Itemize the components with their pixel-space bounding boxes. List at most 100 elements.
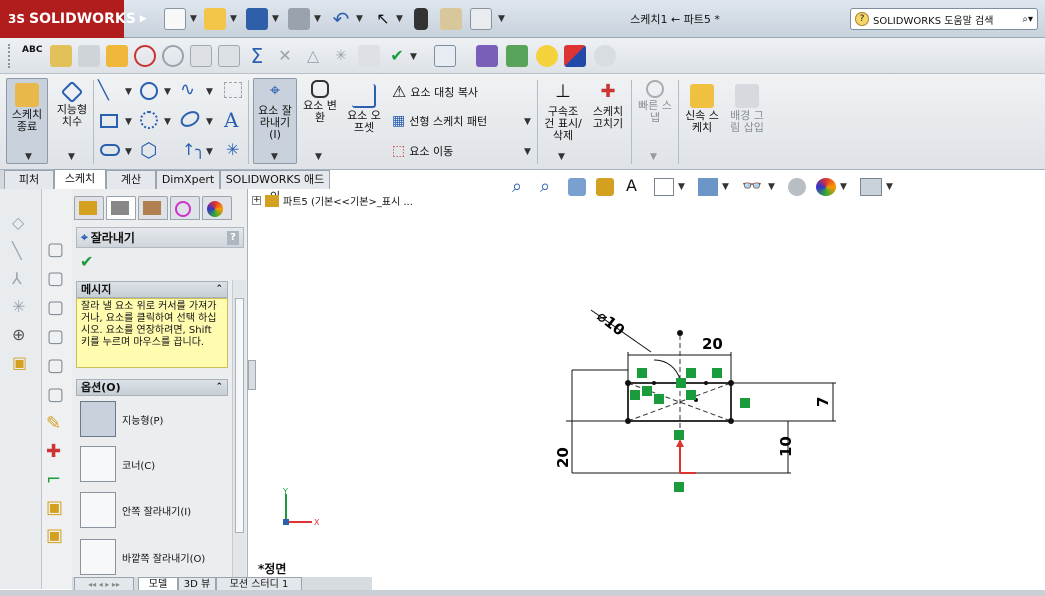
option-smart-trim[interactable]: 지능형(P)	[80, 401, 163, 437]
file-properties-icon[interactable]	[440, 8, 462, 30]
ok-check-icon[interactable]: ✔	[80, 252, 93, 271]
help-search-input[interactable]: SOLIDWORKS 도움말 검색	[873, 12, 993, 27]
sketch-graphics-area[interactable]: ⌀10 20 7 20 10	[256, 200, 1045, 580]
spell-check-icon[interactable]: ABC	[22, 45, 44, 67]
check-sketch-icon[interactable]: ✔	[386, 45, 408, 67]
new-document-icon[interactable]	[164, 8, 186, 30]
configuration-manager-tab[interactable]	[138, 196, 168, 220]
costing-icon[interactable]	[564, 45, 586, 67]
paperclip-icon[interactable]: ▣	[12, 349, 41, 377]
chevron-down-icon[interactable]: ▼	[396, 14, 403, 24]
chevron-down-icon[interactable]: ▼	[768, 182, 775, 192]
cube-view-icon[interactable]: ▢	[47, 322, 72, 351]
axis-icon[interactable]: ⅄	[12, 265, 41, 293]
chevron-down-icon[interactable]: ▼	[272, 14, 279, 24]
view-settings-icon[interactable]	[860, 178, 882, 196]
chevron-down-icon[interactable]: ▼	[206, 147, 213, 157]
height-dimension-left[interactable]: 20	[554, 447, 572, 468]
rapid-sketch-button[interactable]: 신속 스 케치	[682, 84, 722, 134]
tab-dimxpert[interactable]: DimXpert	[156, 170, 220, 189]
print-icon[interactable]	[288, 8, 310, 30]
diameter-dimension[interactable]: ⌀10	[594, 307, 629, 340]
help-icon[interactable]: ?	[227, 230, 239, 245]
diamond-icon[interactable]: ◇	[12, 209, 41, 237]
circle-icon[interactable]	[140, 82, 158, 100]
chevron-down-icon[interactable]: ▼	[271, 152, 278, 162]
dimxpert-manager-tab[interactable]	[170, 196, 200, 220]
chevron-down-icon[interactable]: ▼	[206, 117, 213, 127]
section-properties-icon[interactable]	[106, 45, 128, 67]
options-icon[interactable]	[470, 8, 492, 30]
statistics-icon[interactable]	[134, 45, 156, 67]
block-icon[interactable]: ▣	[46, 522, 63, 550]
arc-icon[interactable]	[140, 111, 158, 129]
chevron-down-icon[interactable]: ▼	[125, 87, 132, 97]
zoom-to-area-icon[interactable]: ⌕	[540, 176, 550, 197]
line-icon[interactable]: ╲	[12, 237, 41, 265]
chevron-down-icon[interactable]: ▼	[230, 14, 237, 24]
fillet-icon[interactable]: ↑╮	[182, 140, 205, 159]
rectangle-icon[interactable]	[100, 114, 118, 128]
cube-view-icon[interactable]: ▢	[47, 380, 72, 409]
cube-view-icon[interactable]: ▢	[47, 264, 72, 293]
display-delete-relations-button[interactable]: ⊥ 구속조 건 표시/ 삭제	[540, 80, 586, 142]
rebuild-traffic-light-icon[interactable]	[414, 8, 428, 30]
chevron-down-icon[interactable]: ▼	[722, 182, 729, 192]
option-trim-away-inside[interactable]: 안쪽 잘라내기(I)	[80, 492, 191, 528]
property-manager-tab[interactable]	[106, 196, 136, 220]
simulation-icon[interactable]	[476, 45, 498, 67]
view-orientation-icon[interactable]	[654, 178, 674, 196]
convert-entities-button[interactable]: 요소 변 환	[300, 80, 340, 124]
undercut-icon[interactable]	[358, 45, 380, 67]
panel-scrollbar[interactable]	[232, 280, 246, 580]
feature-statistics-icon[interactable]: ✕	[274, 45, 296, 67]
smart-dimension-button[interactable]: 지능형 치수	[52, 80, 92, 128]
mirror-entities-button[interactable]: ⚠ 요소 대칭 복사	[392, 82, 478, 101]
hide-show-items-icon[interactable]: 👓	[742, 176, 762, 195]
message-group-header[interactable]: 메시지 ⌃	[76, 281, 228, 298]
undo-icon[interactable]: ↶	[330, 8, 352, 30]
table-icon[interactable]	[434, 45, 456, 67]
geometry-analysis-icon[interactable]	[190, 45, 212, 67]
edit-appearance-icon[interactable]	[788, 178, 806, 196]
chevron-down-icon[interactable]: ▼	[206, 87, 213, 97]
draft-analysis-icon[interactable]	[218, 45, 240, 67]
design-check-icon[interactable]	[536, 45, 558, 67]
tab-sketch[interactable]: 스케치	[54, 169, 106, 189]
save-icon[interactable]	[246, 8, 268, 30]
chevron-down-icon[interactable]: ▼	[840, 182, 847, 192]
check-icon[interactable]	[162, 45, 184, 67]
slot-icon[interactable]	[100, 144, 120, 156]
apply-scene-icon[interactable]	[816, 178, 836, 196]
point-icon[interactable]: ✳	[226, 140, 239, 159]
width-dimension[interactable]: 20	[702, 335, 723, 353]
quick-snaps-button[interactable]: 빠른 스 냅	[634, 80, 676, 124]
mass-properties-icon[interactable]	[78, 45, 100, 67]
search-icon[interactable]: ⌕▾	[1022, 14, 1033, 25]
chevron-down-icon[interactable]: ▼	[410, 52, 417, 62]
chevron-down-icon[interactable]: ▼	[164, 117, 171, 127]
add-pencil-icon[interactable]: ✚	[46, 438, 63, 466]
chevron-down-icon[interactable]: ▼	[524, 117, 531, 127]
chevron-down-icon[interactable]: ▼	[125, 117, 132, 127]
line-icon[interactable]: ╲	[98, 80, 109, 101]
toolbar-grip[interactable]	[8, 44, 12, 68]
repair-sketch-button[interactable]: ✚ 스케치 고치기	[588, 80, 628, 130]
measure-icon[interactable]	[50, 45, 72, 67]
chevron-down-icon[interactable]: ▼	[314, 14, 321, 24]
height-dimension-right[interactable]: 7	[814, 397, 832, 407]
height-dimension-lower[interactable]: 10	[777, 436, 795, 457]
collapse-icon[interactable]: ⌃	[215, 282, 223, 297]
option-corner[interactable]: 코너(C)	[80, 446, 155, 482]
block-icon[interactable]: ▣	[46, 494, 63, 522]
relation-icon[interactable]: ⌐	[46, 466, 63, 494]
symmetry-check-icon[interactable]: △	[302, 45, 324, 67]
help-search-box[interactable]: ? SOLIDWORKS 도움말 검색 ⌕▾	[850, 8, 1038, 30]
tab-evaluate[interactable]: 계산	[106, 170, 156, 189]
target-icon[interactable]: ⊕	[12, 321, 41, 349]
solidworks-logo[interactable]: 3S SOLIDWORKS ▶	[0, 0, 147, 38]
chevron-down-icon[interactable]: ▼	[886, 182, 893, 192]
display-style-icon[interactable]	[698, 178, 718, 196]
text-icon[interactable]: A	[224, 108, 238, 132]
zoom-to-fit-icon[interactable]: ⌕	[512, 176, 522, 197]
